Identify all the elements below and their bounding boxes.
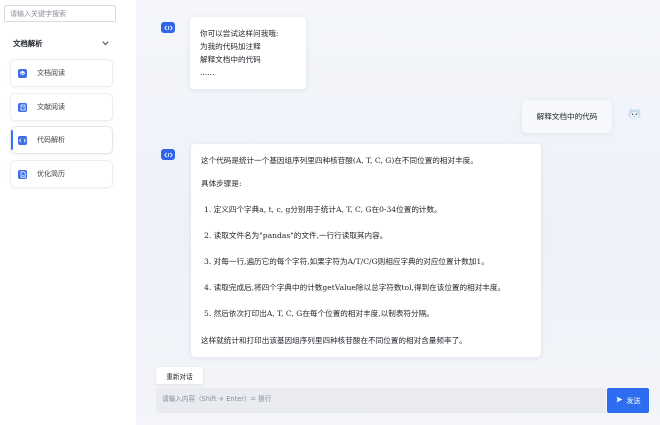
message-input[interactable]: 请输入内容（Shift + Enter）= 换行 — [156, 388, 606, 413]
sidebar-item-code-parsing[interactable]: 代码解析 — [11, 127, 112, 153]
search-input[interactable] — [4, 5, 116, 22]
welcome-ellipsis: ...... — [200, 68, 215, 77]
answer-intro: 这个代码是统计一个基因组序列里四种核苷酸(A, T, C, G)在不同位置的相对… — [201, 156, 478, 165]
send-icon — [616, 396, 623, 405]
bot-avatar-icon — [161, 149, 175, 160]
answer-outro: 这样就统计和打印出该基因组序列里四种核苷酸在不同位置的相对含量频率了。 — [201, 336, 467, 345]
user-message: 解释文档中的代码 — [522, 100, 612, 133]
answer-step: 1. 定义四个字典a, t, c, g分别用于统计A, T, C, G在0-34… — [204, 205, 442, 214]
code-icon — [18, 135, 27, 145]
sidebar-item-label: 优化简历 — [37, 170, 65, 178]
cube-icon — [18, 68, 27, 78]
sidebar: 文档解析 文档阅读 文献阅读 代码解析 优化简历 — [0, 0, 124, 425]
sidebar-item-document-reading[interactable]: 文档阅读 — [11, 60, 112, 86]
sidebar-item-label: 文献阅读 — [37, 103, 65, 111]
suggestion-add-comments: 为我的代码加注释 — [200, 42, 261, 51]
book-icon — [18, 102, 27, 112]
answer-step: 4. 读取完成后,将四个字典中的计数getValue除以总字符数tol,得到在该… — [204, 283, 506, 292]
send-button[interactable]: 发送 — [607, 388, 649, 413]
bot-answer: 这个代码是统计一个基因组序列里四种核苷酸(A, T, C, G)在不同位置的相对… — [191, 144, 541, 357]
send-label: 发送 — [626, 396, 641, 405]
user-message-text: 解释文档中的代码 — [536, 112, 598, 121]
sidebar-item-label: 文档阅读 — [37, 69, 65, 77]
sidebar-item-literature-reading[interactable]: 文献阅读 — [11, 94, 112, 120]
welcome-message: 你可以尝试这样问我哦: 为我的代码加注释 解释文档中的代码 ...... — [190, 17, 306, 89]
section-title: 文档解析 — [13, 38, 43, 48]
answer-step: 3. 对每一行,遍历它的每个字符,如果字符为A/T/C/G则相应字典的对应位置计… — [204, 257, 489, 266]
user-avatar — [627, 106, 642, 121]
sidebar-item-label: 代码解析 — [37, 136, 65, 144]
file-icon — [18, 169, 27, 179]
answer-steps-heading: 具体步骤是: — [201, 179, 242, 188]
reset-conversation-button[interactable]: 重新对话 — [156, 367, 203, 384]
bot-avatar-icon — [161, 22, 175, 33]
answer-step: 2. 读取文件名为"pandas"的文件,一行行读取其内容。 — [204, 231, 388, 240]
suggestion-explain-code: 解释文档中的代码 — [200, 55, 261, 64]
answer-step: 5. 然后依次打印出A, T, C, G在每个位置的相对丰度,以制表符分隔。 — [204, 309, 434, 318]
chevron-down-icon[interactable] — [101, 39, 109, 47]
welcome-line: 你可以尝试这样问我哦: — [200, 29, 279, 38]
sidebar-item-optimize-resume[interactable]: 优化简历 — [11, 161, 112, 187]
section-header-document-parsing[interactable]: 文档解析 — [13, 37, 109, 49]
